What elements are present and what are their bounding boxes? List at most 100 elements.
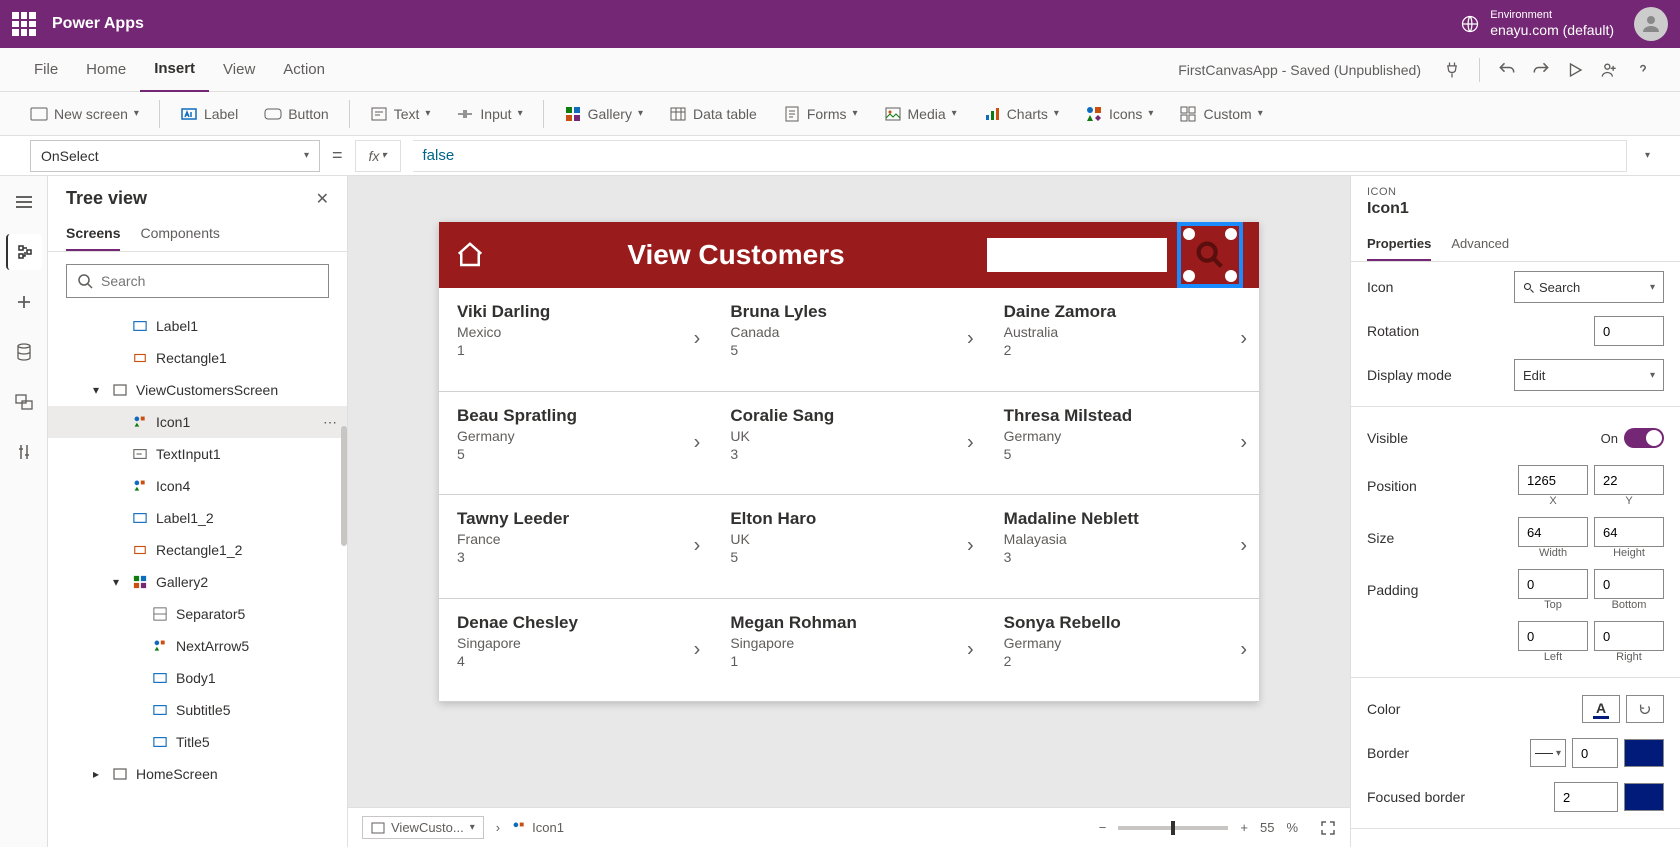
tree-node[interactable]: TextInput1 (48, 438, 347, 470)
tree-view-icon[interactable] (6, 234, 42, 270)
play-icon[interactable] (1558, 53, 1592, 87)
zoom-slider[interactable] (1118, 826, 1228, 830)
data-icon[interactable] (6, 334, 42, 370)
visible-toggle[interactable] (1624, 428, 1664, 448)
data-table-button[interactable]: Data table (659, 98, 767, 130)
hamburger-icon[interactable] (6, 184, 42, 220)
chevron-right-icon[interactable]: › (1240, 328, 1247, 351)
zoom-minus[interactable]: − (1099, 820, 1107, 835)
share-icon[interactable] (1592, 53, 1626, 87)
app-checker-icon[interactable] (1435, 53, 1469, 87)
text-button[interactable]: Text▾ (360, 98, 441, 130)
chevron-right-icon[interactable]: › (967, 638, 974, 661)
padding-bottom-input[interactable] (1594, 569, 1664, 599)
tree-node[interactable]: Label1_2 (48, 502, 347, 534)
redo-icon[interactable] (1524, 53, 1558, 87)
media-button[interactable]: Media▾ (874, 98, 967, 130)
tree-node[interactable]: Label1 (48, 310, 347, 342)
tree-node[interactable]: ▾ViewCustomersScreen (48, 374, 347, 406)
app-search-input[interactable] (987, 238, 1167, 272)
tab-screens[interactable]: Screens (66, 217, 120, 251)
selected-search-icon[interactable] (1177, 222, 1243, 288)
tab-components[interactable]: Components (140, 217, 219, 251)
gallery-cell[interactable]: Viki DarlingMexico1› (439, 288, 712, 392)
tree-node[interactable]: Icon1⋯ (48, 406, 347, 438)
media-panel-icon[interactable] (6, 384, 42, 420)
tree-node[interactable]: Subtitle5 (48, 694, 347, 726)
height-input[interactable] (1594, 517, 1664, 547)
environment-selector[interactable]: Environment enayu.com (default) (1460, 9, 1614, 39)
chevron-right-icon[interactable]: › (967, 328, 974, 351)
tree-node[interactable]: ▸HomeScreen (48, 758, 347, 790)
tree-search[interactable] (66, 264, 329, 298)
tree-node[interactable]: Icon4 (48, 470, 347, 502)
gallery-button[interactable]: Gallery▾ (554, 98, 653, 130)
menu-action[interactable]: Action (269, 48, 339, 92)
scrollbar[interactable] (341, 426, 347, 546)
border-color-swatch[interactable] (1624, 739, 1664, 767)
icons-button[interactable]: Icons▾ (1075, 98, 1164, 130)
input-button[interactable]: Input▾ (446, 98, 532, 130)
chevron-right-icon[interactable]: › (694, 535, 701, 558)
button-button[interactable]: Button (254, 98, 338, 130)
chevron-right-icon[interactable]: › (967, 535, 974, 558)
focused-border-color-swatch[interactable] (1624, 783, 1664, 811)
border-width-input[interactable] (1572, 738, 1618, 768)
tree-node[interactable]: Rectangle1_2 (48, 534, 347, 566)
gallery-cell[interactable]: Madaline NeblettMalayasia3› (986, 495, 1259, 599)
chevron-right-icon[interactable]: ▸ (88, 766, 104, 782)
tree-node[interactable]: Title5 (48, 726, 347, 758)
help-icon[interactable] (1626, 53, 1660, 87)
more-icon[interactable]: ⋯ (323, 414, 337, 431)
color-button[interactable]: A (1582, 695, 1620, 723)
menu-home[interactable]: Home (72, 48, 140, 92)
custom-button[interactable]: Custom▾ (1169, 98, 1272, 130)
menu-view[interactable]: View (209, 48, 269, 92)
menu-file[interactable]: File (20, 48, 72, 92)
fx-button[interactable]: fx▾ (355, 140, 401, 172)
advanced-tools-icon[interactable] (6, 434, 42, 470)
padding-left-input[interactable] (1518, 621, 1588, 651)
undo-icon[interactable] (1490, 53, 1524, 87)
color-reset-button[interactable] (1626, 695, 1664, 723)
new-screen-button[interactable]: New screen▾ (20, 98, 149, 130)
home-icon[interactable] (455, 240, 485, 270)
forms-button[interactable]: Forms▾ (773, 98, 868, 130)
position-y-input[interactable] (1594, 465, 1664, 495)
gallery-cell[interactable]: Bruna LylesCanada5› (712, 288, 985, 392)
chevron-down-icon[interactable]: ▾ (88, 382, 104, 398)
tree-node[interactable]: Rectangle1 (48, 342, 347, 374)
property-selector[interactable]: OnSelect▾ (30, 140, 320, 172)
gallery-cell[interactable]: Tawny LeederFrance3› (439, 495, 712, 599)
tree-node[interactable]: Separator5 (48, 598, 347, 630)
user-avatar[interactable] (1634, 7, 1668, 41)
menu-insert[interactable]: Insert (140, 48, 209, 92)
border-style-select[interactable]: ▾ (1530, 739, 1566, 767)
tree-node[interactable]: ▾Gallery2 (48, 566, 347, 598)
chevron-right-icon[interactable]: › (1240, 535, 1247, 558)
gallery-cell[interactable]: Denae ChesleySingapore4› (439, 599, 712, 703)
chevron-right-icon[interactable]: › (1240, 638, 1247, 661)
chevron-right-icon[interactable]: › (694, 638, 701, 661)
app-canvas[interactable]: View Customers Viki DarlingMexico1›Bruna… (439, 222, 1259, 702)
gallery-cell[interactable]: Megan RohmanSingapore1› (712, 599, 985, 703)
gallery-cell[interactable]: Beau SpratlingGermany5› (439, 392, 712, 496)
charts-button[interactable]: Charts▾ (973, 98, 1069, 130)
chevron-right-icon[interactable]: › (694, 431, 701, 454)
tab-advanced[interactable]: Advanced (1451, 228, 1509, 261)
display-mode-select[interactable]: Edit▾ (1514, 359, 1664, 391)
tree-node[interactable]: NextArrow5 (48, 630, 347, 662)
position-x-input[interactable] (1518, 465, 1588, 495)
focused-border-input[interactable] (1554, 782, 1618, 812)
zoom-plus[interactable]: + (1240, 820, 1248, 835)
rotation-input[interactable] (1594, 316, 1664, 346)
tree-node[interactable]: Body1 (48, 662, 347, 694)
gallery-cell[interactable]: Thresa MilsteadGermany5› (986, 392, 1259, 496)
padding-right-input[interactable] (1594, 621, 1664, 651)
chevron-right-icon[interactable]: › (1240, 431, 1247, 454)
icon-prop-select[interactable]: Search▾ (1514, 271, 1664, 303)
gallery-cell[interactable]: Sonya RebelloGermany2› (986, 599, 1259, 703)
breadcrumb-screen[interactable]: ViewCusto...▾ (362, 816, 484, 839)
add-icon[interactable] (6, 284, 42, 320)
chevron-right-icon[interactable]: › (967, 431, 974, 454)
